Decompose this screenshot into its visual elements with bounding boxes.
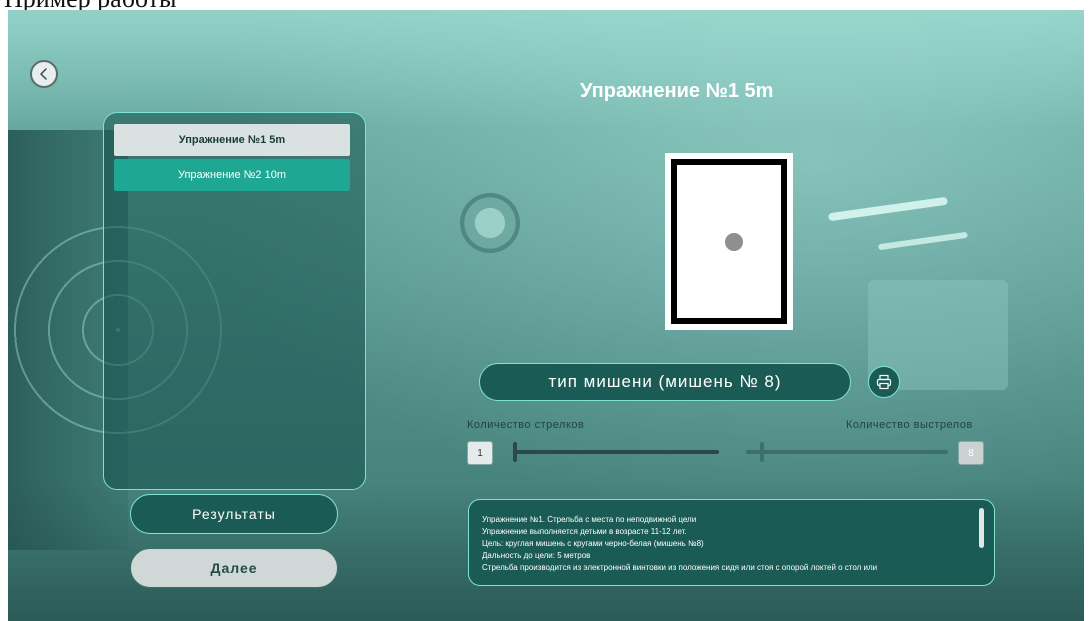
description-scrollbar[interactable]: [979, 508, 984, 548]
shooters-slider[interactable]: [513, 441, 719, 465]
chevron-left-icon: [40, 68, 47, 80]
shots-slider-track: [746, 450, 948, 454]
target-center-dot: [725, 233, 743, 251]
exercise-list: Упражнение №1 5m Упражнение №2 10m: [114, 124, 350, 194]
description-line: Дальность до цели: 5 метров: [482, 551, 591, 560]
print-button[interactable]: [868, 366, 900, 398]
description-line: Стрельба производится из электронной вин…: [482, 563, 878, 572]
caption-text: Пример работы: [4, 0, 176, 10]
shots-slider[interactable]: [746, 441, 948, 465]
description-line: Упражнение №1. Стрельба с места по непод…: [482, 515, 697, 524]
exercise-item-1[interactable]: Упражнение №1 5m: [114, 124, 350, 156]
shooters-slider-handle[interactable]: [513, 442, 517, 462]
exercise-description: Упражнение №1. Стрельба с места по непод…: [468, 499, 995, 586]
next-button[interactable]: Далее: [130, 548, 338, 588]
shots-count-label: Количество выстрелов: [846, 419, 973, 431]
background-light: [878, 231, 968, 251]
description-line: Упражнение выполняется детьми в возрасте…: [482, 527, 687, 536]
shots-slider-handle[interactable]: [760, 442, 764, 462]
target-preview: [665, 153, 793, 330]
exercise-item-2[interactable]: Упражнение №2 10m: [114, 159, 350, 191]
shooters-slider-track: [513, 450, 719, 454]
printer-icon: [876, 374, 892, 390]
back-button[interactable]: [30, 60, 58, 88]
background-light: [828, 196, 948, 222]
app-screen: Упражнение №1 5m Упражнение №2 10m Резул…: [8, 10, 1084, 621]
results-button[interactable]: Результаты: [130, 494, 338, 534]
description-text: Упражнение №1. Стрельба с места по непод…: [482, 514, 972, 574]
background-clock: [460, 193, 520, 253]
exercise-title: Упражнение №1 5m: [580, 80, 774, 102]
caption-strip: Пример работы: [0, 0, 1092, 10]
shooters-count-label: Количество стрелков: [467, 419, 585, 431]
target-frame: [671, 159, 787, 324]
shooters-count-field[interactable]: 1: [467, 441, 493, 465]
shots-count-field[interactable]: 8: [958, 441, 984, 465]
exercise-list-panel: Упражнение №1 5m Упражнение №2 10m: [103, 112, 366, 490]
target-type-selector[interactable]: тип мишени (мишень № 8): [479, 363, 851, 401]
description-line: Цель: круглая мишень с кругами черно-бел…: [482, 539, 704, 548]
